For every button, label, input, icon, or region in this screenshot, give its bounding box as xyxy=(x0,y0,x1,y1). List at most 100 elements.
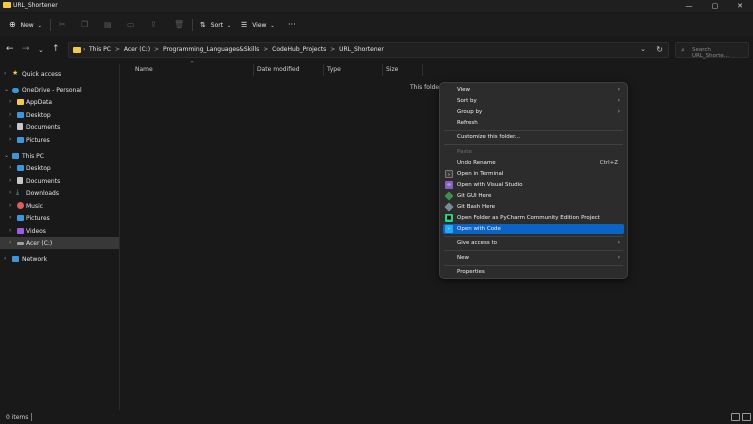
sidebar-item-onedrive[interactable]: ⌄ OneDrive - Personal xyxy=(0,84,119,96)
menu-item-properties[interactable]: Properties xyxy=(443,267,624,277)
refresh-icon[interactable]: ↻ xyxy=(656,45,663,54)
chevron-right-icon[interactable]: › xyxy=(9,111,11,118)
sidebar-item-drive-c[interactable]: › Acer (C:) xyxy=(0,237,119,249)
sort-icon: ⇅ xyxy=(200,21,206,29)
minimize-button[interactable]: — xyxy=(678,0,700,12)
cut-icon[interactable]: ✂ xyxy=(59,18,66,32)
sidebar-item-downloads[interactable]: › ⤓ Downloads xyxy=(0,187,119,199)
chevron-down-icon: ⌄ xyxy=(227,23,232,29)
chevron-right-icon[interactable]: › xyxy=(9,164,11,171)
sidebar-item-appdata[interactable]: › AppData xyxy=(0,96,119,108)
more-options-button[interactable]: ··· xyxy=(288,18,296,32)
search-icon: ⌕ xyxy=(681,46,685,54)
share-icon[interactable]: ⇪ xyxy=(150,18,157,32)
breadcrumb-programming[interactable]: Programming_Languages&Skills xyxy=(163,46,259,53)
breadcrumb-drive[interactable]: Acer (C:) xyxy=(124,46,150,53)
copy-icon[interactable]: ❐ xyxy=(81,18,88,32)
divider xyxy=(50,19,51,31)
sidebar-item-pictures[interactable]: › Pictures xyxy=(0,212,119,224)
new-button[interactable]: ⊕ New ⌄ xyxy=(9,18,42,32)
forward-icon[interactable]: → xyxy=(22,44,30,54)
menu-item-open-terminal[interactable]: › Open in Terminal xyxy=(443,169,624,179)
chevron-down-icon[interactable]: ⌄ xyxy=(4,152,9,159)
chevron-right-icon[interactable]: › xyxy=(9,189,11,196)
menu-item-give-access[interactable]: Give access to › xyxy=(443,238,624,248)
sidebar-item-videos[interactable]: › Videos xyxy=(0,225,119,237)
folder-icon xyxy=(17,99,24,105)
tiles-view-icon[interactable] xyxy=(742,413,751,421)
column-header-name[interactable]: Name xyxy=(135,66,153,73)
chevron-right-icon[interactable]: › xyxy=(4,70,6,77)
sort-button[interactable]: ⇅ Sort ⌄ xyxy=(200,18,231,32)
breadcrumb-codehub[interactable]: CodeHub_Projects xyxy=(272,46,326,53)
menu-item-refresh[interactable]: Refresh xyxy=(443,118,624,128)
recent-locations-icon[interactable]: ⌄ xyxy=(38,46,44,54)
status-bar: 0 items xyxy=(0,410,753,424)
column-divider[interactable] xyxy=(382,64,383,76)
column-divider[interactable] xyxy=(422,64,423,76)
chevron-right-icon[interactable]: › xyxy=(9,202,11,209)
rename-icon[interactable]: ▭ xyxy=(127,18,135,32)
menu-item-open-pycharm[interactable]: ■ Open Folder as PyCharm Community Editi… xyxy=(443,213,624,223)
desktop-icon xyxy=(17,112,24,118)
chevron-right-icon[interactable]: › xyxy=(9,177,11,184)
menu-item-open-with-code[interactable]: › Open with Code xyxy=(443,224,624,234)
sidebar-item-label: Pictures xyxy=(26,215,50,222)
breadcrumb-current[interactable]: URL_Shortener xyxy=(339,46,384,53)
menu-item-git-gui[interactable]: Git GUI Here xyxy=(443,191,624,201)
chevron-right-icon[interactable]: › xyxy=(9,214,11,221)
documents-icon xyxy=(17,177,23,184)
menu-item-sort-by[interactable]: Sort by › xyxy=(443,96,624,106)
sidebar-item-quick-access[interactable]: › ★ Quick access xyxy=(0,68,119,80)
delete-icon[interactable]: 🗑 xyxy=(174,18,184,32)
chevron-right-icon: › xyxy=(617,239,620,246)
network-icon xyxy=(12,256,19,262)
menu-item-new[interactable]: New › xyxy=(443,253,624,263)
drive-icon xyxy=(17,242,24,245)
close-button[interactable]: ✕ xyxy=(729,0,751,12)
search-box[interactable]: ⌕ Search URL_Shorte... xyxy=(675,42,749,59)
menu-item-group-by[interactable]: Group by › xyxy=(443,107,624,117)
chevron-right-icon[interactable]: › xyxy=(9,98,11,105)
sidebar-item-onedrive-documents[interactable]: › Documents xyxy=(0,121,119,133)
sidebar-item-label: Documents xyxy=(26,124,61,131)
chevron-right-icon[interactable]: › xyxy=(9,239,11,246)
up-icon[interactable]: ↑ xyxy=(52,44,60,54)
sidebar-item-documents[interactable]: › Documents xyxy=(0,175,119,187)
column-divider[interactable] xyxy=(253,64,254,76)
details-view-icon[interactable] xyxy=(731,413,740,421)
address-bar[interactable]: › This PC > Acer (C:) > Programming_Lang… xyxy=(68,42,669,58)
chevron-right-icon[interactable]: › xyxy=(9,136,11,143)
sidebar-item-onedrive-pictures[interactable]: › Pictures xyxy=(0,134,119,146)
breadcrumb-this-pc[interactable]: This PC xyxy=(89,46,111,53)
view-button[interactable]: ☰ View ⌄ xyxy=(241,18,275,32)
menu-item-customize-folder[interactable]: Customize this folder... xyxy=(443,132,624,142)
sidebar-item-this-pc[interactable]: ⌄ This PC xyxy=(0,150,119,162)
sidebar-item-desktop[interactable]: › Desktop xyxy=(0,162,119,174)
column-divider[interactable] xyxy=(323,64,324,76)
chevron-down-icon[interactable]: ⌄ xyxy=(4,86,9,93)
chevron-right-icon[interactable]: › xyxy=(9,227,11,234)
menu-item-undo-rename[interactable]: Undo Rename Ctrl+Z xyxy=(443,158,624,168)
column-header-type[interactable]: Type xyxy=(327,66,341,73)
menu-item-git-bash[interactable]: Git Bash Here xyxy=(443,202,624,212)
chevron-right-icon[interactable]: › xyxy=(4,255,6,262)
column-header-date[interactable]: Date modified xyxy=(257,66,300,73)
sidebar-item-onedrive-desktop[interactable]: › Desktop xyxy=(0,109,119,121)
maximize-button[interactable]: ▢ xyxy=(704,0,726,12)
menu-item-view[interactable]: View › xyxy=(443,85,624,95)
chevron-right-icon[interactable]: › xyxy=(9,123,11,130)
divider xyxy=(192,19,193,31)
paste-icon[interactable]: ▤ xyxy=(104,18,112,32)
git-bash-icon xyxy=(444,202,454,212)
back-icon[interactable]: ← xyxy=(6,44,14,54)
title-bar: URL_Shortener — ▢ ✕ xyxy=(0,0,753,12)
chevron-down-icon: ⌄ xyxy=(270,23,275,29)
sidebar-item-network[interactable]: › Network xyxy=(0,253,119,265)
column-header-size[interactable]: Size xyxy=(386,66,398,73)
chevron-down-icon[interactable]: ⌄ xyxy=(640,45,646,53)
navigation-pane: › ★ Quick access ⌄ OneDrive - Personal ›… xyxy=(0,64,120,410)
command-bar: ⊕ New ⌄ ✂ ❐ ▤ ▭ ⇪ 🗑 ⇅ Sort ⌄ ☰ View ⌄ ··… xyxy=(0,14,753,36)
menu-item-open-visual-studio[interactable]: ∞ Open with Visual Studio xyxy=(443,180,624,190)
sidebar-item-music[interactable]: › Music xyxy=(0,200,119,212)
